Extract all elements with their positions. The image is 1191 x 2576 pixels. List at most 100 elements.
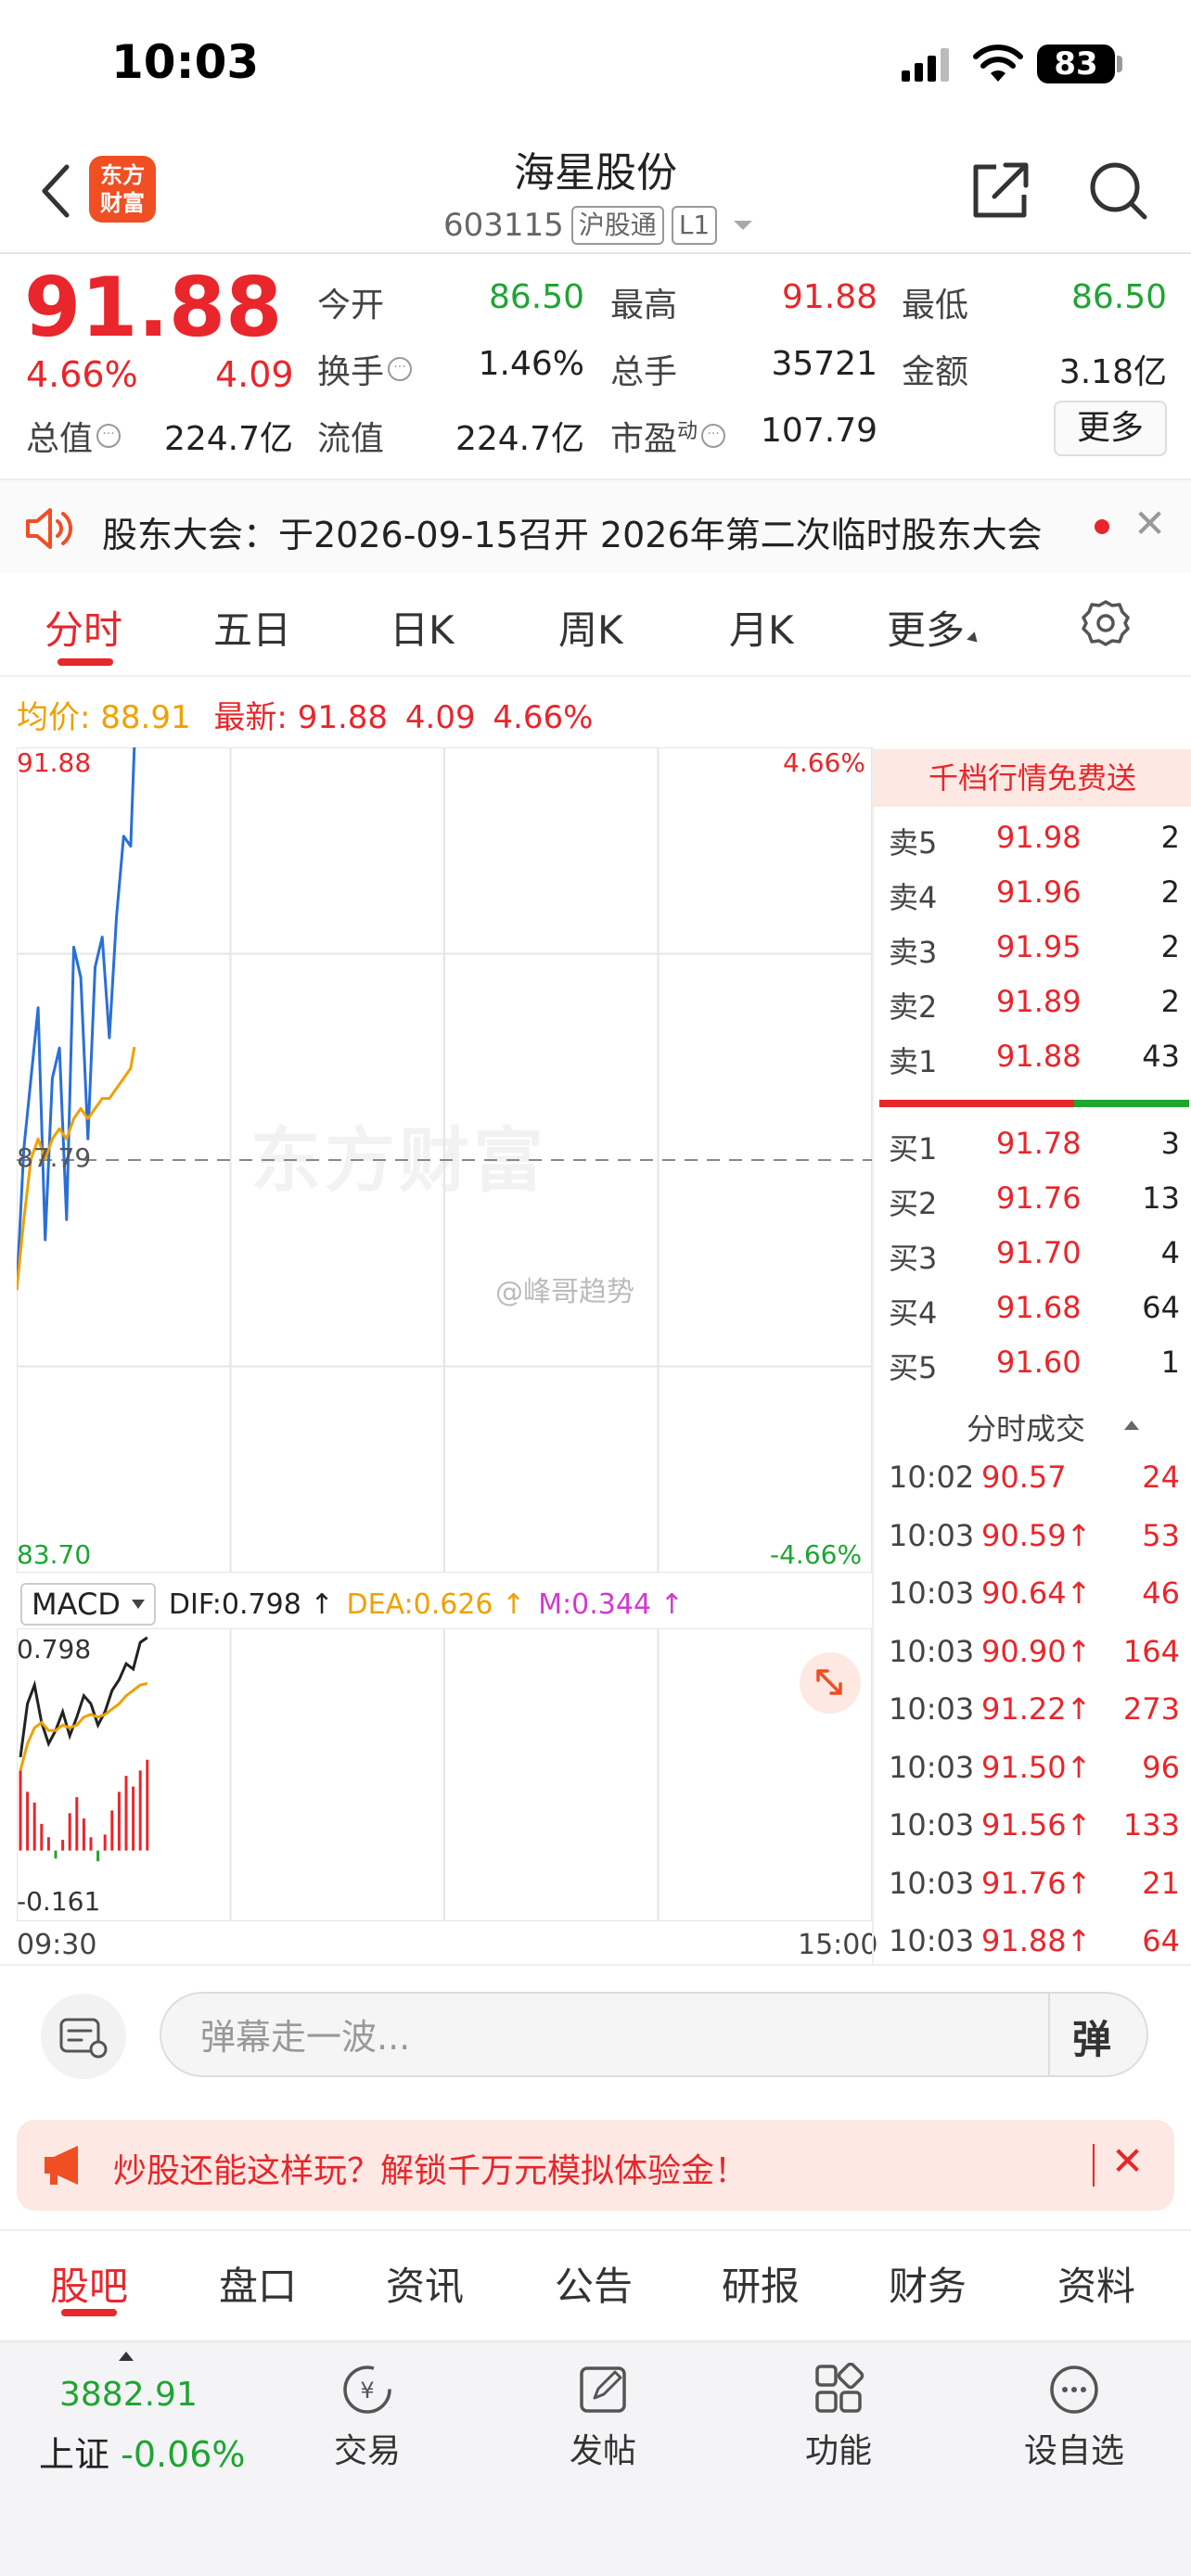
- ask-label: 卖3: [889, 935, 938, 970]
- stock-code-row[interactable]: 603115 沪股通 L1: [443, 206, 753, 245]
- ask-price: 91.98: [996, 820, 1082, 855]
- macd-bottom: -0.161: [17, 1886, 101, 1917]
- bid-row: 买1 91.78 3: [887, 1118, 1180, 1172]
- caret-up-icon: [1124, 1421, 1139, 1430]
- level-tag: L1: [671, 206, 718, 245]
- index-value[interactable]: 3882.91: [59, 2376, 198, 2414]
- intraday-chart[interactable]: [17, 747, 872, 1573]
- nav-post[interactable]: 发帖: [529, 2363, 677, 2472]
- tick-time: 10:03: [889, 1633, 975, 1669]
- bid-row: 买4 91.68 64: [887, 1282, 1180, 1336]
- notice-text[interactable]: 股东大会：于2026-09-15召开 2026年第二次临时股东大会: [102, 506, 1043, 557]
- tab-guba[interactable]: 股吧: [50, 2255, 128, 2312]
- tab-profile[interactable]: 资料: [1057, 2255, 1135, 2312]
- tab-intraday[interactable]: 分时: [45, 599, 122, 656]
- nav-add-watchlist[interactable]: 设自选: [1000, 2363, 1148, 2472]
- stock-name: 海星股份: [514, 149, 677, 197]
- caret-up-icon: [119, 2352, 134, 2361]
- avg-label: 均价:: [17, 699, 91, 736]
- pe-label[interactable]: 市盈动 ···: [610, 412, 726, 460]
- tab-finance[interactable]: 财务: [889, 2255, 967, 2312]
- tab-monthly-k[interactable]: 月K: [729, 599, 794, 656]
- close-icon[interactable]: ✕: [1111, 2138, 1144, 2184]
- tab-five-day[interactable]: 五日: [213, 599, 291, 656]
- bid-price: 91.76: [996, 1180, 1082, 1216]
- index-pct: -0.06%: [121, 2434, 246, 2475]
- danmu-toggle-icon[interactable]: 弹: [1072, 2009, 1111, 2065]
- nav-functions[interactable]: 功能: [764, 2363, 913, 2472]
- connect-tag: 沪股通: [570, 206, 664, 245]
- tab-research[interactable]: 研报: [722, 2255, 800, 2312]
- eastmoney-logo: 东方 财富: [89, 156, 156, 223]
- ticks-title[interactable]: 分时成交: [967, 1406, 1085, 1448]
- ask-price: 91.88: [996, 1039, 1082, 1074]
- nav-trade-label: 交易: [333, 2432, 401, 2470]
- tab-news[interactable]: 资讯: [386, 2255, 464, 2312]
- tick-row: 10:03 90.64↑ 46: [887, 1568, 1180, 1626]
- chart-tabs: 分时 五日 日K 周K 月K 更多: [0, 575, 1191, 677]
- latest-label: 最新:: [213, 699, 288, 736]
- input-separator: [1048, 1994, 1050, 2075]
- ask-row: 卖5 91.98 2: [887, 812, 1180, 866]
- nav-trade[interactable]: ¥ 交易: [293, 2363, 442, 2472]
- comment-settings-icon[interactable]: [41, 1994, 126, 2079]
- tab-more[interactable]: 更多: [887, 599, 981, 656]
- bid-row: 买2 91.76 13: [887, 1173, 1180, 1227]
- close-icon[interactable]: ✕: [1133, 501, 1166, 546]
- ask-price: 91.89: [996, 984, 1082, 1019]
- promo-text[interactable]: 炒股还能这样玩？解锁千万元模拟体验金！: [113, 2144, 748, 2192]
- indicator-select[interactable]: MACD: [20, 1583, 156, 1626]
- tick-row: 10:03 91.76↑ 21: [887, 1858, 1180, 1916]
- ask-vol: 2: [1160, 820, 1180, 855]
- gear-icon[interactable]: [1082, 599, 1130, 647]
- search-icon[interactable]: [1085, 158, 1150, 223]
- bid-label: 买3: [889, 1241, 938, 1276]
- buy-ratio-bar: [879, 1100, 1074, 1107]
- promo-separator: [1093, 2144, 1095, 2187]
- tab-daily-k[interactable]: 日K: [390, 599, 455, 656]
- change-percent: 4.66%: [26, 354, 138, 395]
- tick-time: 10:03: [889, 1691, 975, 1727]
- info-dots-icon: ···: [96, 424, 122, 448]
- tick-price: 91.88↑: [981, 1923, 1092, 1958]
- svg-text:¥: ¥: [360, 2378, 374, 2404]
- info-dots-icon: ···: [388, 357, 413, 381]
- chevron-down-icon: [131, 1600, 145, 1609]
- totalcap-label-text: 总值: [26, 420, 94, 458]
- tab-weekly-k[interactable]: 周K: [558, 599, 623, 656]
- share-icon[interactable]: [968, 158, 1033, 223]
- nav-post-label: 发帖: [569, 2432, 636, 2470]
- battery-tip: [1117, 56, 1122, 72]
- speaker-icon: [26, 508, 72, 549]
- level2-promo-banner[interactable]: 千档行情免费送: [874, 749, 1191, 807]
- turnover-label[interactable]: 换手 ···: [317, 345, 413, 393]
- pct-axis-top: 4.66%: [783, 747, 865, 778]
- macd-m: M:0.344 ↑: [538, 1588, 684, 1621]
- bid-row: 买3 91.70 4: [887, 1228, 1180, 1282]
- more-quote-button[interactable]: 更多: [1054, 401, 1167, 456]
- orderbook-divider: [872, 747, 874, 1964]
- tick-time: 10:03: [889, 1517, 975, 1553]
- tick-row: 10:03 91.22↑ 273: [887, 1684, 1180, 1741]
- back-arrow-icon[interactable]: [37, 163, 74, 219]
- change-amount: 4.09: [215, 354, 294, 395]
- y-axis-bottom: 83.70: [17, 1539, 92, 1570]
- index-ticker[interactable]: 上证 -0.06%: [39, 2426, 246, 2477]
- macd-chart[interactable]: [17, 1628, 872, 1921]
- tab-announcements[interactable]: 公告: [555, 2255, 633, 2312]
- tab-pankou[interactable]: 盘口: [219, 2255, 297, 2312]
- tick-vol: 21: [1142, 1865, 1180, 1901]
- totalcap-label[interactable]: 总值 ···: [26, 412, 122, 460]
- expand-icon[interactable]: [800, 1652, 861, 1714]
- turnover-value: 1.46%: [478, 345, 584, 383]
- bid-price: 91.60: [996, 1345, 1082, 1380]
- tab-more-label: 更多: [887, 607, 966, 653]
- megaphone-icon: [45, 2146, 78, 2185]
- pe-value: 107.79: [761, 412, 877, 450]
- time-axis-end: 15:00: [798, 1929, 878, 1961]
- macd-dif: DIF:0.798 ↑: [168, 1588, 334, 1621]
- volume-value: 35721: [771, 345, 877, 383]
- battery-icon: 83: [1037, 45, 1115, 83]
- status-time: 10:03: [111, 35, 260, 89]
- bid-vol: 3: [1160, 1126, 1180, 1161]
